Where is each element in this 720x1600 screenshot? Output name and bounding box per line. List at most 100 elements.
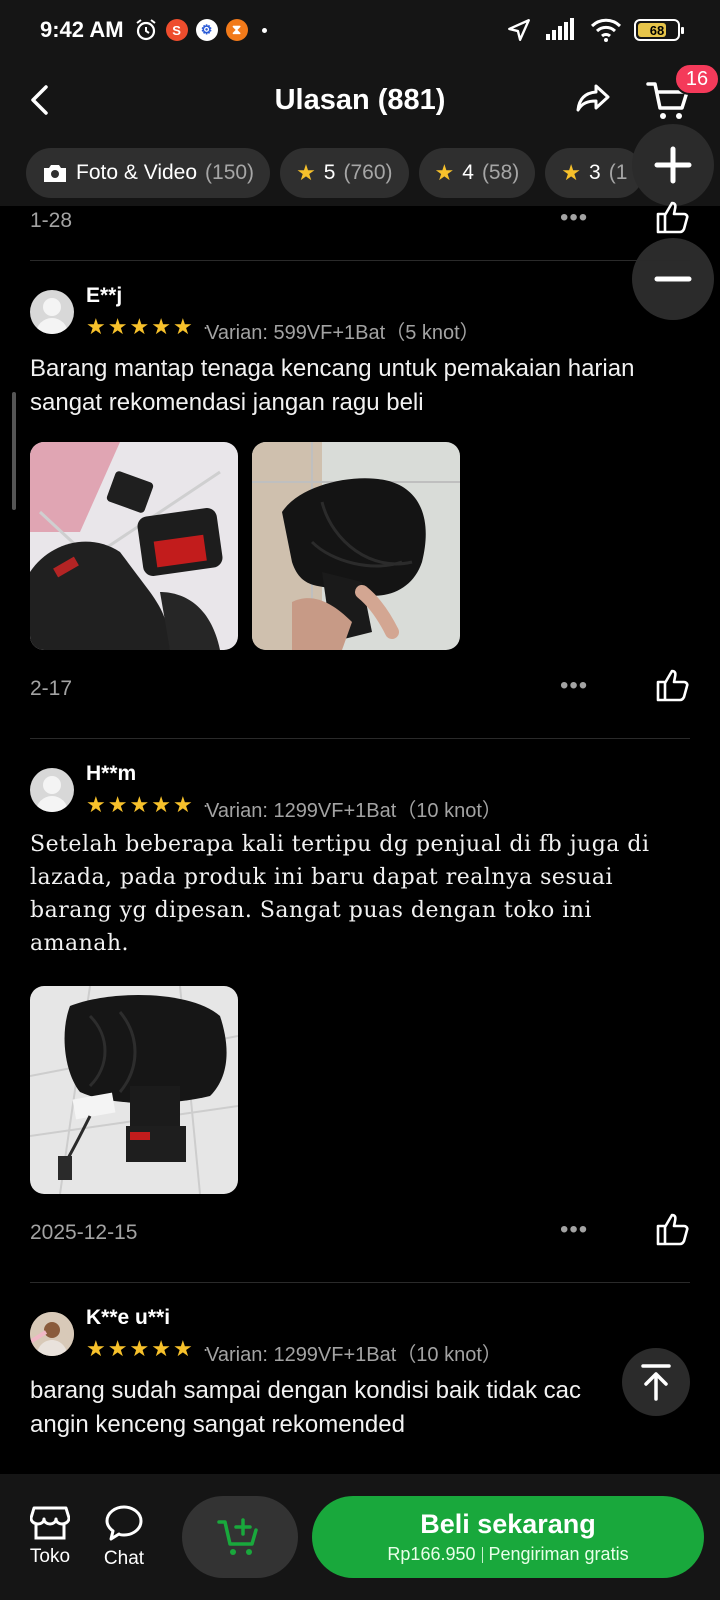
reviewer-name: H**m xyxy=(86,762,137,785)
price: Rp166.950 xyxy=(387,1544,476,1564)
header-bar: Ulasan (881) xyxy=(0,60,720,140)
rating-stars: ★ ★ ★ ★ ★ · xyxy=(86,1338,209,1360)
star-icon: ★ xyxy=(86,314,106,339)
more-notifications-dot xyxy=(261,27,267,33)
filter-label: 3 xyxy=(589,161,601,184)
reviewer-name: K**e u**i xyxy=(86,1306,171,1329)
thumbs-up-icon[interactable] xyxy=(654,198,692,236)
bottom-action-bar: Toko Chat Beli sekarang Rp166.950 Pengir… xyxy=(0,1474,720,1600)
review-footer: 2025-12-15 xyxy=(30,1218,690,1248)
star-icon: ★ xyxy=(172,314,193,339)
avatar xyxy=(30,1312,74,1356)
rating-stars: ★ ★ ★ ★ ★ · xyxy=(86,794,209,816)
divider xyxy=(30,738,690,739)
filter-count: (760) xyxy=(343,161,393,184)
minus-icon xyxy=(654,276,692,282)
star-icon: ★ xyxy=(151,314,171,339)
star-icon: ★ xyxy=(151,792,171,817)
review-photo[interactable] xyxy=(30,986,238,1194)
filter-5-star[interactable]: ★ 5 (760) xyxy=(280,148,409,198)
review-date: 2-17 xyxy=(30,677,73,700)
location-icon xyxy=(508,19,530,41)
battery-level: 68 xyxy=(649,22,665,38)
variant-label: Varian: 599VF+1Bat（5 knot） xyxy=(206,322,480,344)
arrow-up-icon xyxy=(641,1364,671,1401)
filter-label: 5 xyxy=(323,161,336,184)
buy-now-label: Beli sekarang xyxy=(420,1509,596,1539)
share-button[interactable] xyxy=(574,78,618,122)
review-date: 1-28 xyxy=(30,209,73,232)
add-cart-icon xyxy=(217,1518,258,1555)
zoom-in-button[interactable] xyxy=(632,124,714,206)
camera-icon xyxy=(44,165,66,182)
separator xyxy=(481,1546,483,1563)
status-time: 9:42 AM xyxy=(40,17,124,42)
filter-count: (150) xyxy=(205,161,255,184)
zoom-out-button[interactable] xyxy=(632,238,714,320)
star-icon: ★ xyxy=(172,1336,193,1361)
star-icon: ★ xyxy=(129,1336,150,1361)
review-text: Setelah beberapa kali tertipu dg penjual… xyxy=(30,832,650,956)
buy-now-button[interactable]: Beli sekarang Rp166.950 Pengiriman grati… xyxy=(312,1496,704,1578)
price-shipping-line: Rp166.950 Pengiriman gratis xyxy=(387,1544,628,1565)
more-options-button[interactable]: ••• xyxy=(560,672,588,700)
store-icon xyxy=(30,1506,70,1540)
star-icon: ★ xyxy=(296,160,316,185)
filter-chips: Foto & Video (150) ★ 5 (760) ★ 4 (58) ★ … xyxy=(0,140,720,206)
star-icon: ★ xyxy=(107,1336,128,1361)
chat-icon xyxy=(105,1505,143,1541)
filter-label: Foto & Video xyxy=(76,161,198,184)
variant-label: Varian: 1299VF+1Bat（10 knot） xyxy=(206,800,502,822)
scroll-indicator xyxy=(12,392,16,510)
settings-app-icon: ⚙ xyxy=(195,19,218,41)
shopee-app-icon: S xyxy=(165,19,188,41)
back-button[interactable] xyxy=(20,80,60,120)
status-notification-icons: S ⚙ ⧗ xyxy=(134,18,267,42)
rating-stars: ★ ★ ★ ★ ★ · xyxy=(86,316,209,338)
scroll-to-top-button[interactable] xyxy=(622,1348,690,1416)
back-arrow-icon xyxy=(31,85,48,115)
reviewer-name: E**j xyxy=(86,284,123,307)
filter-4-star[interactable]: ★ 4 (58) xyxy=(418,148,536,198)
wifi-icon xyxy=(590,18,622,42)
share-icon xyxy=(576,84,610,112)
store-label: Toko xyxy=(29,1546,71,1567)
star-icon: ★ xyxy=(561,160,582,185)
star-icon: ★ xyxy=(129,314,150,339)
review-text: barang sudah sampai dengan kondisi baik … xyxy=(30,1377,582,1438)
avatar xyxy=(30,768,74,812)
star-icon: ★ xyxy=(129,792,150,817)
store-button[interactable]: Toko xyxy=(20,1504,80,1568)
plus-icon xyxy=(654,146,692,184)
filter-3-star[interactable]: ★ 3 (1 xyxy=(545,148,644,198)
thumbs-up-icon[interactable] xyxy=(654,1210,692,1248)
filter-photo-video[interactable]: Foto & Video (150) xyxy=(26,148,271,198)
review-date: 2025-12-15 xyxy=(30,1221,138,1244)
star-icon: ★ xyxy=(86,1336,106,1361)
star-icon: ★ xyxy=(434,160,455,185)
hourglass-app-icon: ⧗ xyxy=(225,19,248,41)
thumbs-up-icon[interactable] xyxy=(654,666,692,704)
filter-label: 4 xyxy=(462,161,474,184)
chat-label: Chat xyxy=(103,1548,145,1569)
avatar xyxy=(30,290,74,334)
battery-icon: 68 xyxy=(634,19,684,41)
divider xyxy=(30,1282,690,1283)
review-photo[interactable] xyxy=(252,442,460,650)
divider xyxy=(30,260,690,261)
star-icon: ★ xyxy=(151,1336,171,1361)
status-bar: 9:42 AM S ⚙ ⧗ 68 xyxy=(0,0,720,60)
star-icon: ★ xyxy=(86,792,106,817)
review-footer: 1-28 xyxy=(30,206,690,236)
more-options-button[interactable]: ••• xyxy=(560,1216,588,1244)
filter-count: (1 xyxy=(608,161,628,184)
cart-count-badge: 16 xyxy=(674,63,720,95)
review-photo[interactable] xyxy=(30,442,238,650)
more-options-button[interactable]: ••• xyxy=(560,204,588,232)
star-icon: ★ xyxy=(172,792,193,817)
review-text: Barang mantap tenaga kencang untuk pemak… xyxy=(30,355,635,416)
variant-label: Varian: 1299VF+1Bat（10 knot） xyxy=(206,1344,502,1366)
add-to-cart-button[interactable] xyxy=(182,1496,298,1578)
chat-button[interactable]: Chat xyxy=(94,1504,154,1570)
shipping-label: Pengiriman gratis xyxy=(488,1544,629,1564)
